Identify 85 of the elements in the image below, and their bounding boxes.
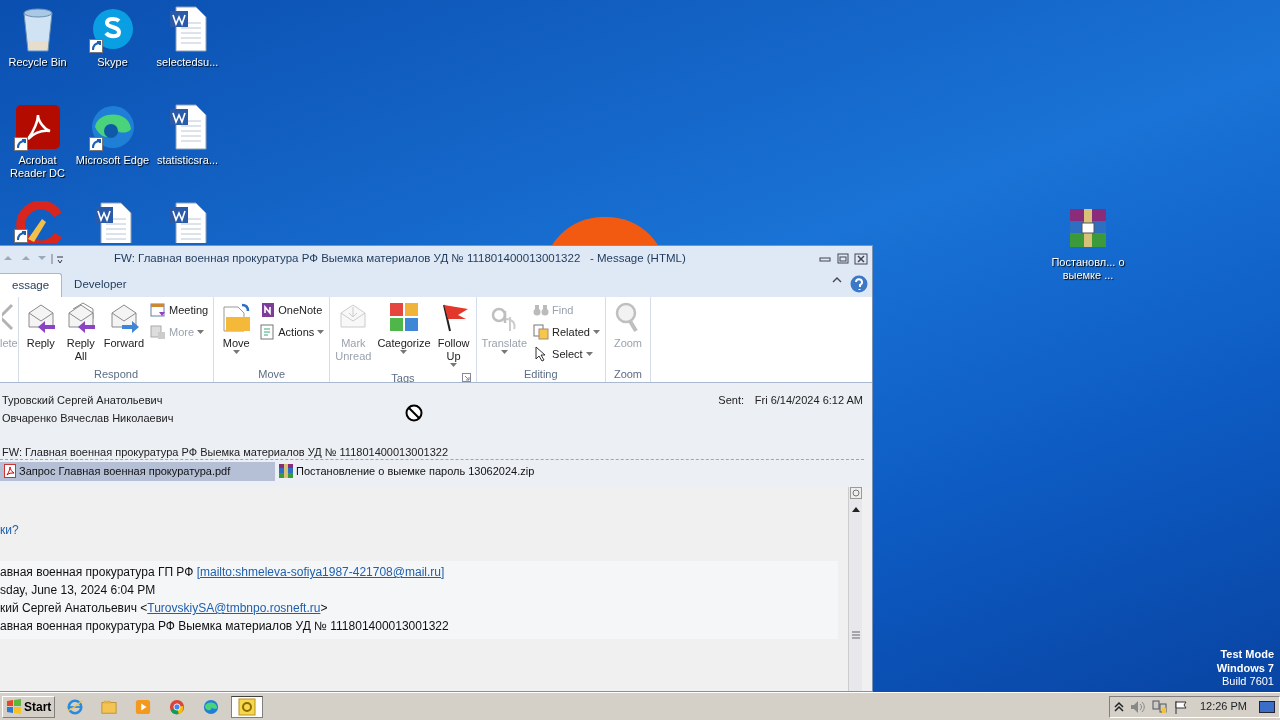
ribbon-button[interactable]: Meeting [148, 299, 211, 321]
scroll-up-icon[interactable] [850, 505, 861, 513]
caret-icon [585, 351, 593, 357]
close-icon[interactable] [854, 252, 868, 265]
mail-app-icon [238, 697, 257, 716]
message-subject: FW: Главная военная прокуратура РФ Выемка материалов УД № 111801400013001322 [2, 445, 449, 460]
scrollbar[interactable] [848, 487, 862, 691]
pdf-file-icon [4, 464, 16, 478]
window-title: FW: Главная военная прокуратура РФ Выемка материалов УД № 111801400013001322 - Message (HTML) [114, 250, 686, 266]
collapse-ribbon-icon[interactable] [832, 275, 842, 285]
ribbon-button[interactable]: Reply [21, 299, 60, 366]
desktop-icon-label[interactable]: selectedsu... [150, 56, 225, 69]
caret-icon [232, 350, 240, 355]
taskbar-app-button[interactable] [231, 695, 264, 718]
more-icon [150, 324, 167, 340]
ribbon-group-label: Editing [523, 368, 558, 380]
ribbon-tab[interactable]: Developer [62, 273, 139, 297]
message-text: ки? [0, 522, 20, 539]
maximize-icon[interactable] [836, 252, 850, 265]
ribbon-button[interactable]: OneNote [257, 299, 327, 321]
browser-icon [203, 697, 220, 716]
desktop-icon-label[interactable]: Microsoft Edge [75, 154, 150, 167]
system-notice-text: Windows 7 [1216, 661, 1274, 675]
windows-logo-icon [6, 698, 22, 715]
help-icon[interactable] [850, 275, 868, 293]
desktop-icon-label[interactable]: Skype [75, 56, 150, 69]
caret-icon [400, 350, 408, 355]
browser-icon [169, 697, 186, 716]
notebook-icon [259, 302, 276, 318]
system-notice-text: Test Mode [1219, 648, 1274, 662]
ribbon-tab[interactable]: essage [0, 273, 63, 297]
media-player-icon [135, 697, 152, 716]
recipient-name: Овчаренко Вячеслав Николаевич [2, 411, 174, 426]
folder-icon [220, 301, 253, 333]
archive-file-icon [279, 464, 293, 478]
desktop-icon-label[interactable]: Постановл... о выемке ... [1051, 256, 1125, 282]
show-hidden-icons-icon[interactable] [1113, 700, 1124, 713]
ribbon-button[interactable]: Categorize [375, 299, 433, 370]
ribbon-button[interactable]: Related [531, 321, 602, 343]
mini-toolbar-icon[interactable] [849, 487, 862, 499]
actions-icon [259, 324, 276, 340]
network-icon[interactable] [1151, 699, 1168, 714]
ribbon-button[interactable]: Move [217, 299, 256, 366]
caret-icon [317, 329, 325, 335]
start-button[interactable]: Start [2, 695, 56, 718]
clock[interactable]: 12:26 PM [1199, 698, 1247, 715]
cleaner-icon[interactable] [13, 201, 62, 243]
ribbon-button[interactable]: Actions [257, 321, 327, 343]
show-desktop-icon[interactable] [1259, 699, 1275, 714]
sent-date: Fri 6/14/2024 6:12 AM [754, 393, 863, 408]
caret-icon [500, 350, 508, 355]
desktop-icon-label[interactable]: Recycle Bin [0, 56, 75, 69]
desktop-icon-label[interactable]: statisticsra... [150, 154, 225, 167]
message-text: авная военная прокуратура РФ Выемка материалов УД № 111801400013001322 [0, 618, 450, 635]
message-text: sday, June 13, 2024 6:04 PM [0, 582, 157, 599]
browser-icon [67, 697, 84, 716]
system-notice-text: Build 7601 [1221, 675, 1274, 689]
binoculars-icon [533, 302, 550, 318]
pdf-reader-icon[interactable] [13, 103, 62, 151]
attachment-item[interactable]: Постановление о выемке пароль 13062024.zip [275, 461, 541, 481]
ribbon-button[interactable]: Select [531, 343, 602, 365]
ribbon-group-label: Move [258, 368, 286, 380]
documents-icon [533, 324, 550, 340]
dialog-launcher-icon[interactable] [461, 373, 471, 382]
message-text: авная военная прокуратура ГП РФ [mailto:shmeleva-sofiya1987-421708@mail.ru] [0, 564, 446, 581]
ribbon-group-label: Zoom [613, 368, 643, 380]
message-text: кий Сергей Анатольевич <TurovskiySA@tmbnpo.rosneft.ru> [0, 600, 329, 617]
desktop-icon-label[interactable]: Acrobat Reader DC [0, 154, 75, 180]
caret-icon [450, 363, 458, 368]
ribbon-button[interactable]: Forward [101, 299, 147, 366]
ribbon-button[interactable]: Follow Up [434, 299, 473, 370]
sender-name: Туровский Сергей Анатольевич [2, 393, 163, 408]
caret-icon [197, 329, 205, 335]
color-squares-icon [388, 301, 420, 333]
caret-icon [592, 329, 600, 335]
calendar-icon [150, 302, 167, 318]
ribbon-button[interactable]: Reply All [61, 299, 100, 366]
ribbon-group-label: Respond [93, 368, 138, 380]
sent-label: Sent: [718, 393, 744, 408]
email-link[interactable]: [mailto:shmeleva-sofiya1987-421708@mail.ru] [196, 565, 445, 579]
attachment-item[interactable]: Запрос Главная военная прокуратура.pdf [0, 461, 275, 481]
scroll-thumb-grip-icon[interactable] [850, 631, 861, 639]
not-allowed-cursor-icon [404, 403, 424, 423]
flag-icon[interactable] [1173, 699, 1188, 714]
email-link[interactable]: TurovskiySA@tmbnpo.rosneft.ru [147, 601, 321, 615]
